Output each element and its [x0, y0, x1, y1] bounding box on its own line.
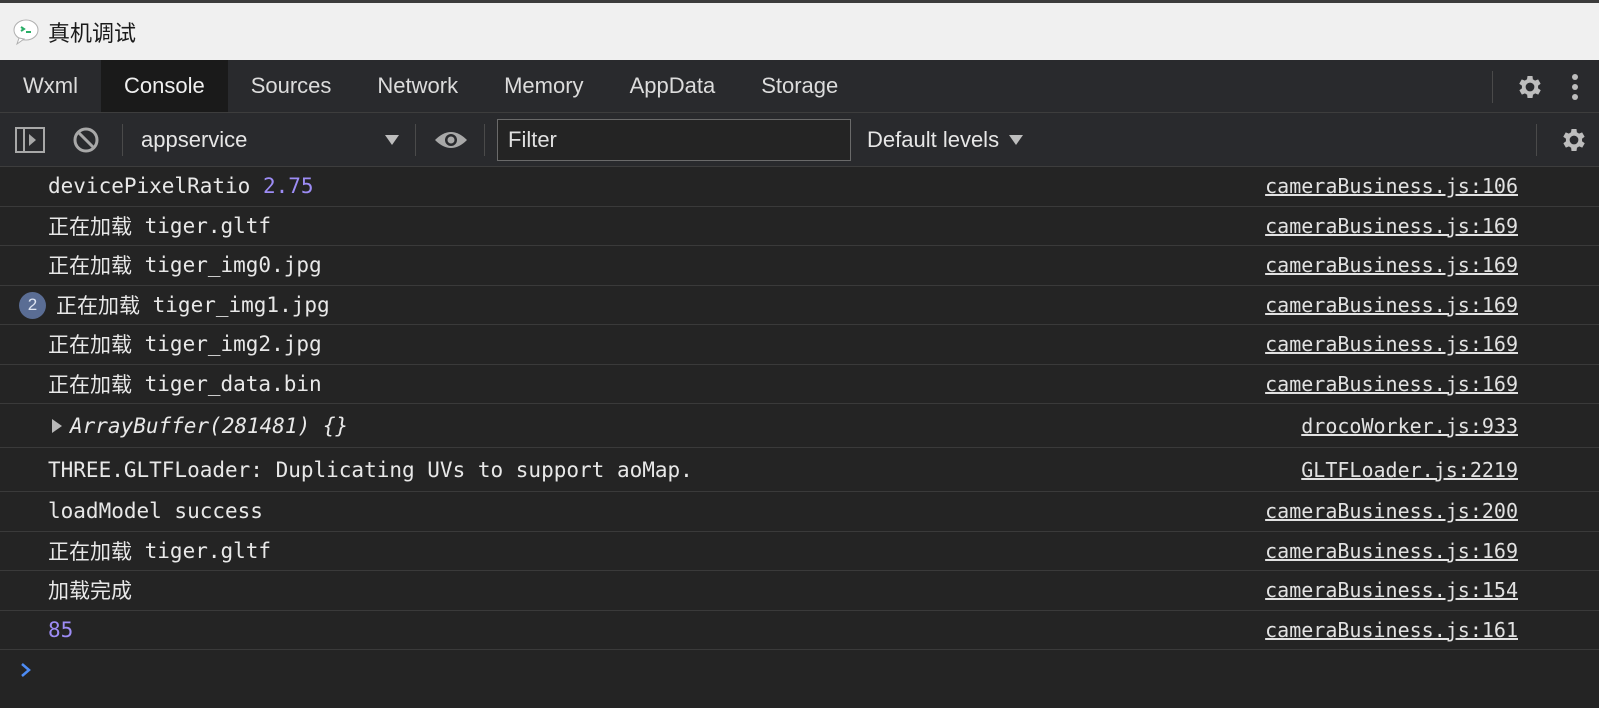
more-options-icon[interactable]: [1565, 70, 1585, 104]
message-cjk: 正在加载: [56, 293, 140, 318]
message-text: THREE.GLTFLoader: Duplicating UVs to sup…: [48, 457, 693, 482]
message-text: 正在加载 tiger_img1.jpg: [56, 286, 330, 325]
message-text: 正在加载 tiger.gltf: [48, 207, 271, 246]
console-toolbar: appservice Default levels: [0, 113, 1599, 167]
console-messages: devicePixelRatio 2.75 cameraBusiness.js:…: [0, 167, 1599, 690]
console-message: 正在加载 tiger.gltf cameraBusiness.js:169: [0, 207, 1599, 246]
console-message: 加载完成 cameraBusiness.js:154: [0, 571, 1599, 611]
message-cjk: 正在加载: [48, 539, 132, 564]
message-number: 2.75: [262, 174, 314, 199]
divider: [484, 123, 485, 156]
log-levels-dropdown[interactable]: Default levels: [867, 127, 1029, 153]
console-message: ArrayBuffer(281481) {} drocoWorker.js:93…: [0, 404, 1599, 448]
message-filename: tiger_img0.jpg: [132, 253, 322, 278]
console-message: 2 正在加载 tiger_img1.jpg cameraBusiness.js:…: [0, 286, 1599, 325]
tab-memory[interactable]: Memory: [481, 60, 606, 112]
chevron-down-icon: [385, 134, 399, 145]
message-text: 加载完成: [48, 571, 132, 610]
message-text: devicePixelRatio 2.75: [48, 167, 314, 206]
chevron-down-icon: [1009, 134, 1024, 145]
source-link[interactable]: cameraBusiness.js:169: [1265, 286, 1518, 325]
divider: [1492, 70, 1493, 103]
message-cjk: 加载完成: [48, 579, 132, 604]
tab-wxml[interactable]: Wxml: [0, 60, 101, 112]
message-text: 正在加载 tiger_img2.jpg: [48, 325, 322, 364]
divider: [1536, 124, 1537, 156]
message-text: 正在加载 tiger_img0.jpg: [48, 246, 322, 285]
source-link[interactable]: cameraBusiness.js:169: [1265, 207, 1518, 246]
source-link[interactable]: cameraBusiness.js:161: [1265, 611, 1518, 650]
message-filename: tiger_img2.jpg: [132, 332, 322, 357]
source-link[interactable]: cameraBusiness.js:106: [1265, 167, 1518, 206]
window-title: 真机调试: [48, 21, 137, 47]
source-link[interactable]: cameraBusiness.js:169: [1265, 365, 1518, 404]
console-message: 85 cameraBusiness.js:161: [0, 611, 1599, 650]
divider: [415, 123, 416, 156]
console-message: loadModel success cameraBusiness.js:200: [0, 492, 1599, 532]
devtools-tabbar: Wxml Console Sources Network Memory AppD…: [0, 60, 1599, 113]
message-filename: tiger.gltf: [132, 213, 272, 238]
tab-appdata[interactable]: AppData: [607, 60, 739, 112]
context-selector[interactable]: appservice: [135, 120, 405, 160]
console-message: 正在加载 tiger_img0.jpg cameraBusiness.js:16…: [0, 246, 1599, 286]
console-message: 正在加载 tiger.gltf cameraBusiness.js:169: [0, 532, 1599, 571]
source-link[interactable]: cameraBusiness.js:169: [1265, 246, 1518, 285]
source-link[interactable]: GLTFLoader.js:2219: [1301, 448, 1518, 491]
message-number: 85: [48, 617, 74, 642]
message-filename: tiger_data.bin: [132, 371, 322, 396]
context-selector-label: appservice: [141, 126, 248, 152]
tab-console[interactable]: Console: [100, 60, 228, 112]
divider: [122, 123, 123, 156]
message-text: loadModel success: [48, 499, 263, 524]
console-prompt[interactable]: [0, 650, 1599, 690]
message-cjk: 正在加载: [48, 214, 132, 239]
source-link[interactable]: cameraBusiness.js:200: [1265, 492, 1518, 531]
settings-gear-icon[interactable]: [1513, 70, 1547, 104]
show-sidebar-icon[interactable]: [14, 124, 46, 156]
clear-console-icon[interactable]: [70, 124, 102, 156]
expand-triangle-icon[interactable]: [52, 418, 62, 433]
message-cjk: 正在加载: [48, 333, 132, 358]
repeat-count-badge: 2: [19, 291, 46, 319]
source-link[interactable]: cameraBusiness.js:169: [1265, 532, 1518, 571]
console-message: 正在加载 tiger_img2.jpg cameraBusiness.js:16…: [0, 325, 1599, 365]
message-text: 正在加载 tiger.gltf: [48, 532, 271, 571]
message-prefix: devicePixelRatio: [48, 174, 263, 199]
tab-sources[interactable]: Sources: [228, 60, 355, 112]
filter-input[interactable]: [497, 118, 851, 161]
message-cjk: 正在加载: [48, 254, 132, 279]
console-message: devicePixelRatio 2.75 cameraBusiness.js:…: [0, 167, 1599, 207]
message-text: 正在加载 tiger_data.bin: [48, 365, 322, 404]
console-message: THREE.GLTFLoader: Duplicating UVs to sup…: [0, 448, 1599, 492]
tab-network[interactable]: Network: [354, 60, 481, 112]
tab-storage[interactable]: Storage: [738, 60, 861, 112]
message-filename: tiger.gltf: [132, 538, 272, 563]
source-link[interactable]: drocoWorker.js:933: [1301, 404, 1518, 447]
tabbar-actions: [1492, 60, 1599, 113]
window-titlebar: 真机调试: [0, 0, 1599, 60]
source-link[interactable]: cameraBusiness.js:169: [1265, 325, 1518, 364]
object-preview: ArrayBuffer(281481) {}: [70, 413, 349, 438]
message-object[interactable]: ArrayBuffer(281481) {}: [52, 404, 348, 447]
eye-icon[interactable]: [432, 124, 470, 156]
console-message: 正在加载 tiger_data.bin cameraBusiness.js:16…: [0, 365, 1599, 404]
message-cjk: 正在加载: [48, 372, 132, 397]
wechat-devtools-icon: [10, 15, 44, 49]
message-text: 85: [48, 611, 73, 650]
log-levels-label: Default levels: [867, 126, 1000, 152]
console-settings-gear-icon[interactable]: [1557, 123, 1591, 157]
prompt-chevron-icon: [21, 663, 31, 677]
source-link[interactable]: cameraBusiness.js:154: [1265, 571, 1518, 610]
message-filename: tiger_img1.jpg: [140, 292, 330, 317]
